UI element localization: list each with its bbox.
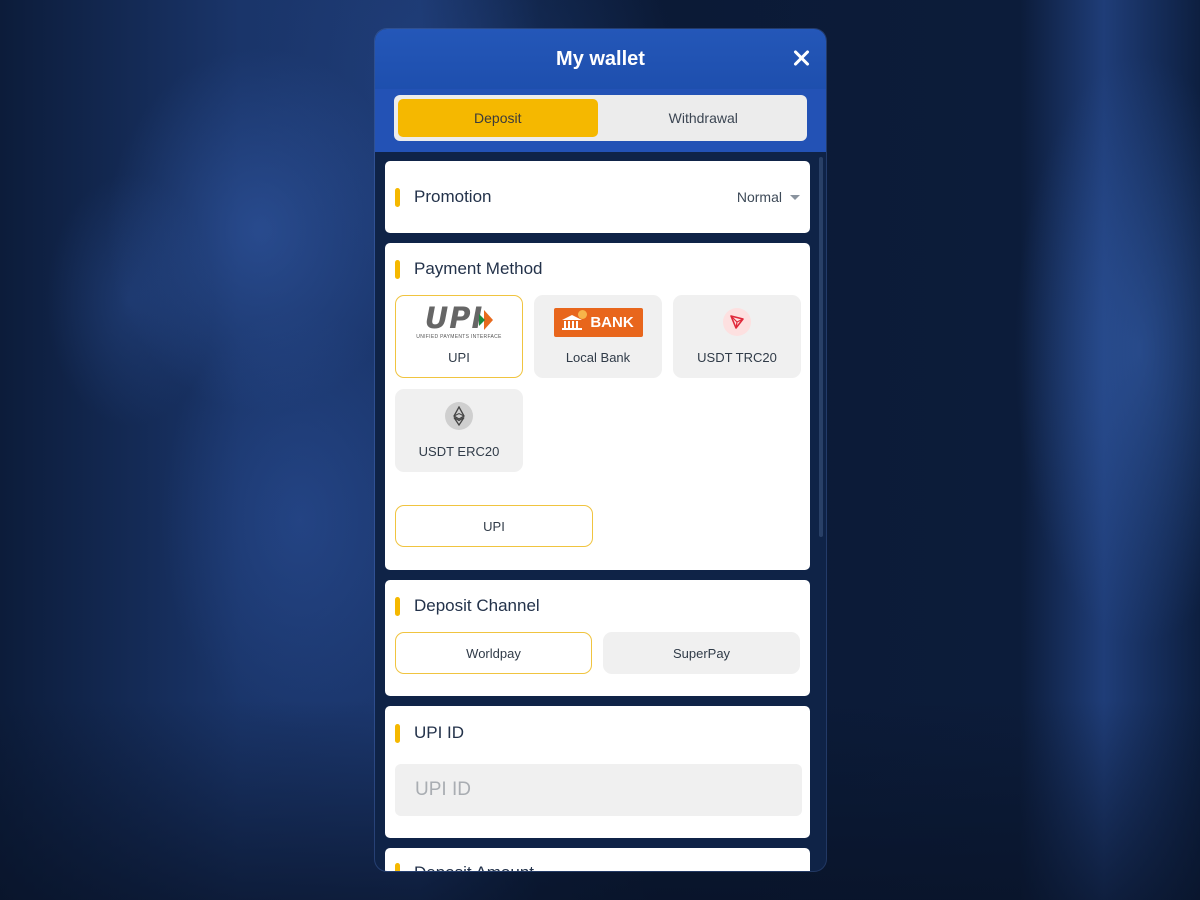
deposit-channel-card: Deposit Channel Worldpay SuperPay [385, 580, 810, 696]
modal-header: My wallet [375, 29, 826, 89]
scrollbar[interactable] [819, 157, 823, 537]
method-label: UPI [448, 350, 470, 365]
section-marker [395, 259, 400, 279]
payment-method-card: Payment Method UPI UNIFIED PAYMENTS INTE… [385, 243, 810, 570]
section-marker [395, 187, 400, 207]
upi-id-input[interactable] [395, 764, 802, 816]
promotion-title: Promotion [414, 187, 492, 206]
payment-sub-option-upi[interactable]: UPI [395, 505, 593, 547]
payment-method-grid: UPI UNIFIED PAYMENTS INTERFACE UPI BANK [395, 295, 801, 472]
promotion-dropdown[interactable]: Normal [737, 189, 800, 205]
wallet-modal: My wallet Deposit Withdrawal Promotion N… [375, 29, 826, 871]
upi-id-title: UPI ID [414, 723, 465, 742]
bank-building-icon [562, 310, 588, 331]
method-label: Local Bank [565, 350, 631, 365]
method-label: USDT TRC20 [697, 350, 777, 365]
section-marker [395, 863, 400, 871]
ethereum-icon [445, 402, 473, 430]
tabs-bar: Deposit Withdrawal [375, 89, 826, 152]
method-local-bank[interactable]: BANK Local Bank [534, 295, 662, 378]
tab-switcher: Deposit Withdrawal [394, 95, 807, 141]
tab-withdrawal[interactable]: Withdrawal [604, 99, 804, 137]
promotion-card: Promotion Normal [385, 161, 810, 233]
section-marker [395, 596, 400, 616]
tab-deposit[interactable]: Deposit [398, 99, 598, 137]
method-label: USDT ERC20 [418, 444, 500, 459]
deposit-amount-card: Deposit Amount [385, 848, 810, 871]
channel-superpay[interactable]: SuperPay [603, 632, 800, 674]
modal-content: Promotion Normal Payment Method UPI UNIF… [375, 152, 826, 871]
deposit-amount-title: Deposit Amount [414, 863, 534, 872]
modal-title: My wallet [556, 47, 645, 70]
channel-list: Worldpay SuperPay [395, 632, 800, 674]
method-usdt-trc20[interactable]: USDT TRC20 [673, 295, 801, 378]
method-usdt-erc20[interactable]: USDT ERC20 [395, 389, 523, 472]
bank-logo-icon: BANK [553, 307, 643, 337]
method-upi[interactable]: UPI UNIFIED PAYMENTS INTERFACE UPI [395, 295, 523, 378]
bank-logo-text: BANK [590, 313, 634, 331]
tron-icon [723, 308, 751, 336]
upi-id-card: UPI ID [385, 706, 810, 838]
upi-logo-text: UPI [424, 301, 484, 335]
caret-down-icon [790, 194, 800, 200]
payment-method-title: Payment Method [414, 259, 543, 278]
upi-logo-icon: UPI UNIFIED PAYMENTS INTERFACE [416, 301, 501, 341]
close-icon[interactable] [790, 47, 812, 69]
section-marker [395, 723, 400, 743]
deposit-channel-title: Deposit Channel [414, 596, 540, 615]
promotion-selected-value: Normal [736, 189, 782, 205]
channel-worldpay[interactable]: Worldpay [395, 632, 592, 674]
